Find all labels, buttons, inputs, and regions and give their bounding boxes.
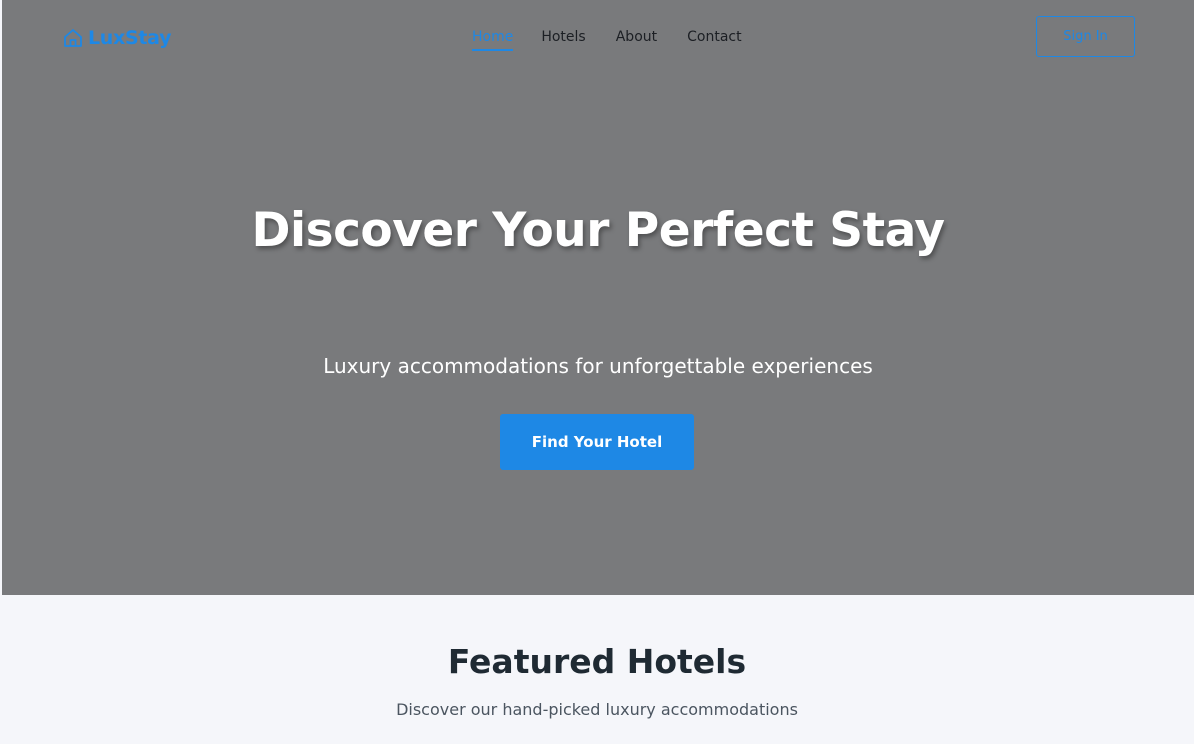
nav-link-contact[interactable]: Contact [687, 26, 741, 52]
top-navbar: LuxStay Home Hotels About Contact Sign I… [2, 0, 1194, 74]
hero-section: LuxStay Home Hotels About Contact Sign I… [2, 0, 1194, 595]
nav-link-about[interactable]: About [616, 26, 657, 52]
house-icon [62, 27, 84, 49]
hero-subtitle: Luxury accommodations for unforgettable … [323, 354, 873, 378]
nav-link-hotels[interactable]: Hotels [541, 26, 585, 52]
featured-hotels-section: Featured Hotels Discover our hand-picked… [0, 595, 1194, 744]
brand-name: LuxStay [88, 27, 172, 49]
page: LuxStay Home Hotels About Contact Sign I… [0, 0, 1194, 744]
hero-title: Discover Your Perfect Stay [251, 203, 945, 258]
sign-in-button[interactable]: Sign In [1036, 16, 1135, 57]
nav-link-home[interactable]: Home [472, 26, 514, 52]
find-hotel-button[interactable]: Find Your Hotel [500, 414, 694, 470]
featured-subtitle: Discover our hand-picked luxury accommod… [396, 700, 798, 719]
nav-links: Home Hotels About Contact [472, 26, 742, 52]
featured-title: Featured Hotels [447, 642, 747, 681]
brand-logo[interactable]: LuxStay [62, 24, 171, 52]
